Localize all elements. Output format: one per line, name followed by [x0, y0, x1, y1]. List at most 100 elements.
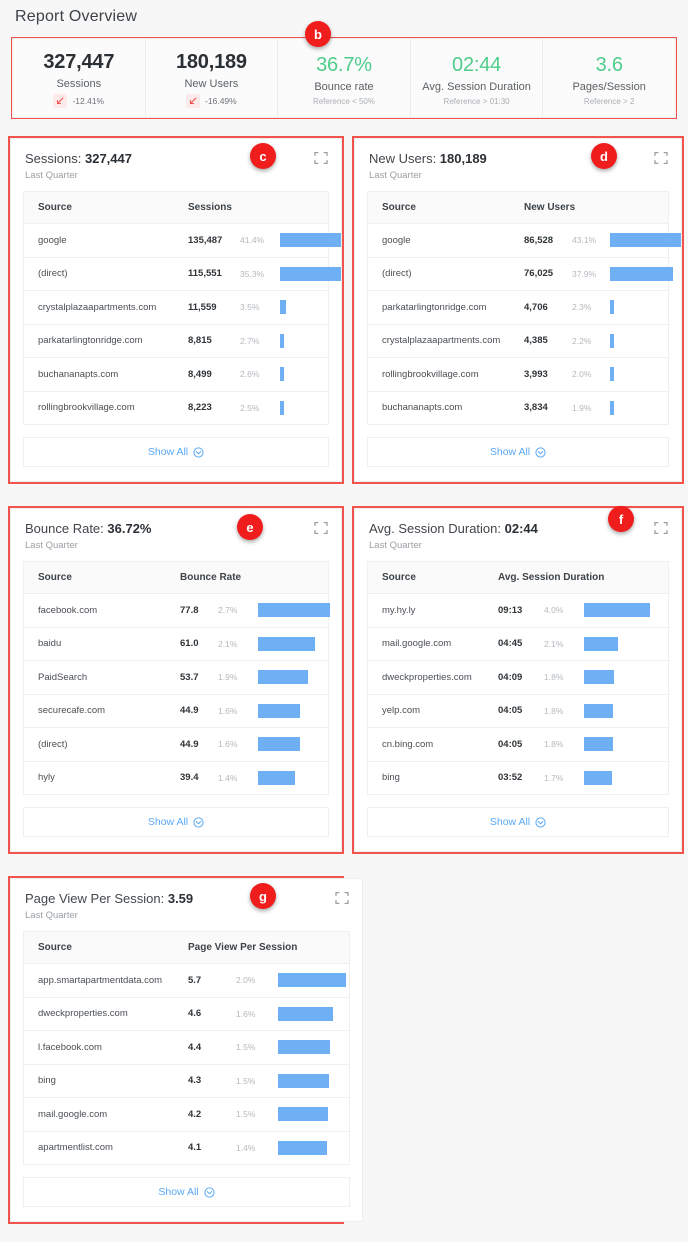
card-sessions: Sessions: 327,447 Last Quarter Source Sessi… — [10, 138, 342, 482]
table-header-row: Source Page View Per Session — [24, 932, 349, 964]
cell-source: cn.bing.com — [382, 738, 434, 750]
cell-source: crystalplazaapartments.com — [38, 301, 157, 313]
kpi-value: 3.6 — [595, 53, 623, 76]
bar — [584, 670, 614, 685]
table-header-row: Source Sessions — [24, 192, 328, 224]
table-row[interactable]: hyly 39.4 1.4% — [24, 762, 328, 795]
table-row[interactable]: l.facebook.com 4.4 1.5% — [24, 1031, 349, 1065]
card-title-prefix: Bounce Rate: — [25, 521, 108, 536]
table-row[interactable]: bing 4.3 1.5% — [24, 1065, 349, 1098]
table-row[interactable]: app.smartapartmentdata.com 5.7 2.0% — [24, 964, 349, 998]
table-row[interactable]: google 135,487 41.4% — [24, 224, 341, 258]
table-row[interactable]: securecafe.com 44.9 1.6% — [24, 695, 328, 728]
column-header-source: Source — [382, 202, 416, 213]
cell-bar — [258, 661, 328, 694]
cell-percent: 2.3% — [572, 302, 592, 313]
show-all-label: Show All — [158, 1186, 199, 1198]
table-row[interactable]: rollingbrookvillage.com 8,223 2.5% — [24, 392, 328, 425]
cell-percent: 2.5% — [240, 402, 260, 413]
table-row[interactable]: (direct) 115,551 35.3% — [24, 258, 341, 291]
cell-source: rollingbrookvillage.com — [382, 368, 479, 380]
table-row[interactable]: google 86,528 43.1% — [368, 224, 681, 258]
sources-table: Source Page View Per Session app.smartapar… — [23, 931, 350, 1165]
card-title: Bounce Rate: 36.72% — [25, 521, 327, 536]
cell-bar — [280, 224, 341, 257]
chevron-down-circle-icon — [193, 446, 204, 458]
expand-icon[interactable] — [653, 520, 669, 536]
cell-value: 03:52 — [498, 772, 523, 784]
table-row[interactable]: parkatarlingtonridge.com 4,706 2.3% — [368, 291, 668, 325]
table-row[interactable]: cn.bing.com 04:05 1.8% — [368, 728, 668, 762]
table-header-row: Source New Users — [368, 192, 668, 224]
cell-value: 4.4 — [188, 1041, 202, 1053]
table-row[interactable]: dweckproperties.com 04:09 1.8% — [368, 661, 668, 695]
show-all-button[interactable]: Show All — [367, 437, 669, 467]
sources-table: Source New Users google 86,528 43.1% (direct)… — [367, 191, 681, 425]
cell-percent: 1.4% — [236, 1142, 256, 1153]
bar — [280, 266, 341, 281]
show-all-button[interactable]: Show All — [23, 1177, 350, 1207]
kpi-label: Bounce rate — [314, 80, 374, 93]
table-row[interactable]: buchananapts.com 8,499 2.6% — [24, 358, 328, 392]
cell-value: 4.3 — [188, 1075, 202, 1087]
table-row[interactable]: mail.google.com 04:45 2.1% — [368, 628, 668, 661]
chevron-down-circle-icon — [535, 816, 546, 828]
card-avg-session-duration: Avg. Session Duration: 02:44 Last Quarter… — [354, 508, 682, 852]
cell-value: 44.9 — [180, 738, 199, 750]
kpi-bounce-rate: 36.7% Bounce rate Reference < 50% — [278, 39, 411, 117]
cell-bar — [278, 964, 349, 997]
card-title-value: 02:44 — [504, 521, 538, 536]
table-row[interactable]: buchananapts.com 3,834 1.9% — [368, 392, 668, 425]
cell-percent: 1.8% — [544, 739, 564, 750]
chevron-down-circle-icon — [204, 1186, 215, 1198]
card-subtitle: Last Quarter — [25, 540, 78, 551]
cell-bar — [610, 358, 668, 391]
table-row[interactable]: crystalplazaapartments.com 11,559 3.5% — [24, 291, 328, 325]
bar — [258, 737, 300, 752]
kpi-new-users: 180,189 New Users -16.49% — [146, 39, 279, 117]
table-row[interactable]: rollingbrookvillage.com 3,993 2.0% — [368, 358, 668, 392]
show-all-button[interactable]: Show All — [23, 437, 329, 467]
table-header-row: Source Avg. Session Duration — [368, 562, 668, 594]
table-row[interactable]: apartmentlist.com 4.1 1.4% — [24, 1132, 349, 1165]
table-row[interactable]: baidu 61.0 2.1% — [24, 628, 328, 661]
bar — [280, 400, 284, 415]
show-all-button[interactable]: Show All — [23, 807, 329, 837]
cell-percent: 43.1% — [572, 235, 597, 246]
cell-value: 09:13 — [498, 604, 523, 616]
expand-icon[interactable] — [653, 150, 669, 166]
card-title-prefix: Page View Per Session: — [25, 891, 168, 906]
table-row[interactable]: facebook.com 77.8 2.7% — [24, 594, 330, 628]
table-row[interactable]: my.hy.ly 09:13 4.0% — [368, 594, 668, 628]
cell-bar — [278, 1132, 349, 1165]
cell-value: 8,815 — [188, 335, 212, 347]
cell-value: 53.7 — [180, 671, 199, 683]
table-row[interactable]: dweckproperties.com 4.6 1.6% — [24, 998, 349, 1031]
table-row[interactable]: parkatarlingtonridge.com 8,815 2.7% — [24, 325, 328, 358]
column-header-metric: Sessions — [188, 202, 232, 213]
expand-icon[interactable] — [334, 890, 350, 906]
table-row[interactable]: mail.google.com 4.2 1.5% — [24, 1098, 349, 1132]
bar — [610, 233, 681, 248]
column-header-source: Source — [382, 572, 416, 583]
column-header-metric: Bounce Rate — [180, 572, 242, 583]
cell-bar — [584, 594, 668, 627]
card-header: New Users: 180,189 Last Quarter — [355, 139, 681, 181]
show-all-button[interactable]: Show All — [367, 807, 669, 837]
table-row[interactable]: PaidSearch 53.7 1.9% — [24, 661, 328, 695]
cell-percent: 2.7% — [218, 605, 238, 616]
cell-percent: 1.8% — [544, 705, 564, 716]
table-row[interactable]: (direct) 44.9 1.6% — [24, 728, 328, 762]
cell-percent: 1.6% — [236, 1008, 256, 1019]
table-row[interactable]: yelp.com 04:05 1.8% — [368, 695, 668, 728]
cell-bar — [280, 325, 328, 358]
table-row[interactable]: (direct) 76,025 37.9% — [368, 258, 673, 291]
kpi-delta: -16.49% — [186, 94, 237, 108]
expand-icon[interactable] — [313, 150, 329, 166]
column-header-source: Source — [38, 942, 72, 953]
column-header-source: Source — [38, 202, 72, 213]
expand-icon[interactable] — [313, 520, 329, 536]
table-row[interactable]: crystalplazaapartments.com 4,385 2.2% — [368, 325, 668, 358]
kpi-reference: Reference < 50% — [312, 96, 375, 106]
table-row[interactable]: bing 03:52 1.7% — [368, 762, 668, 795]
